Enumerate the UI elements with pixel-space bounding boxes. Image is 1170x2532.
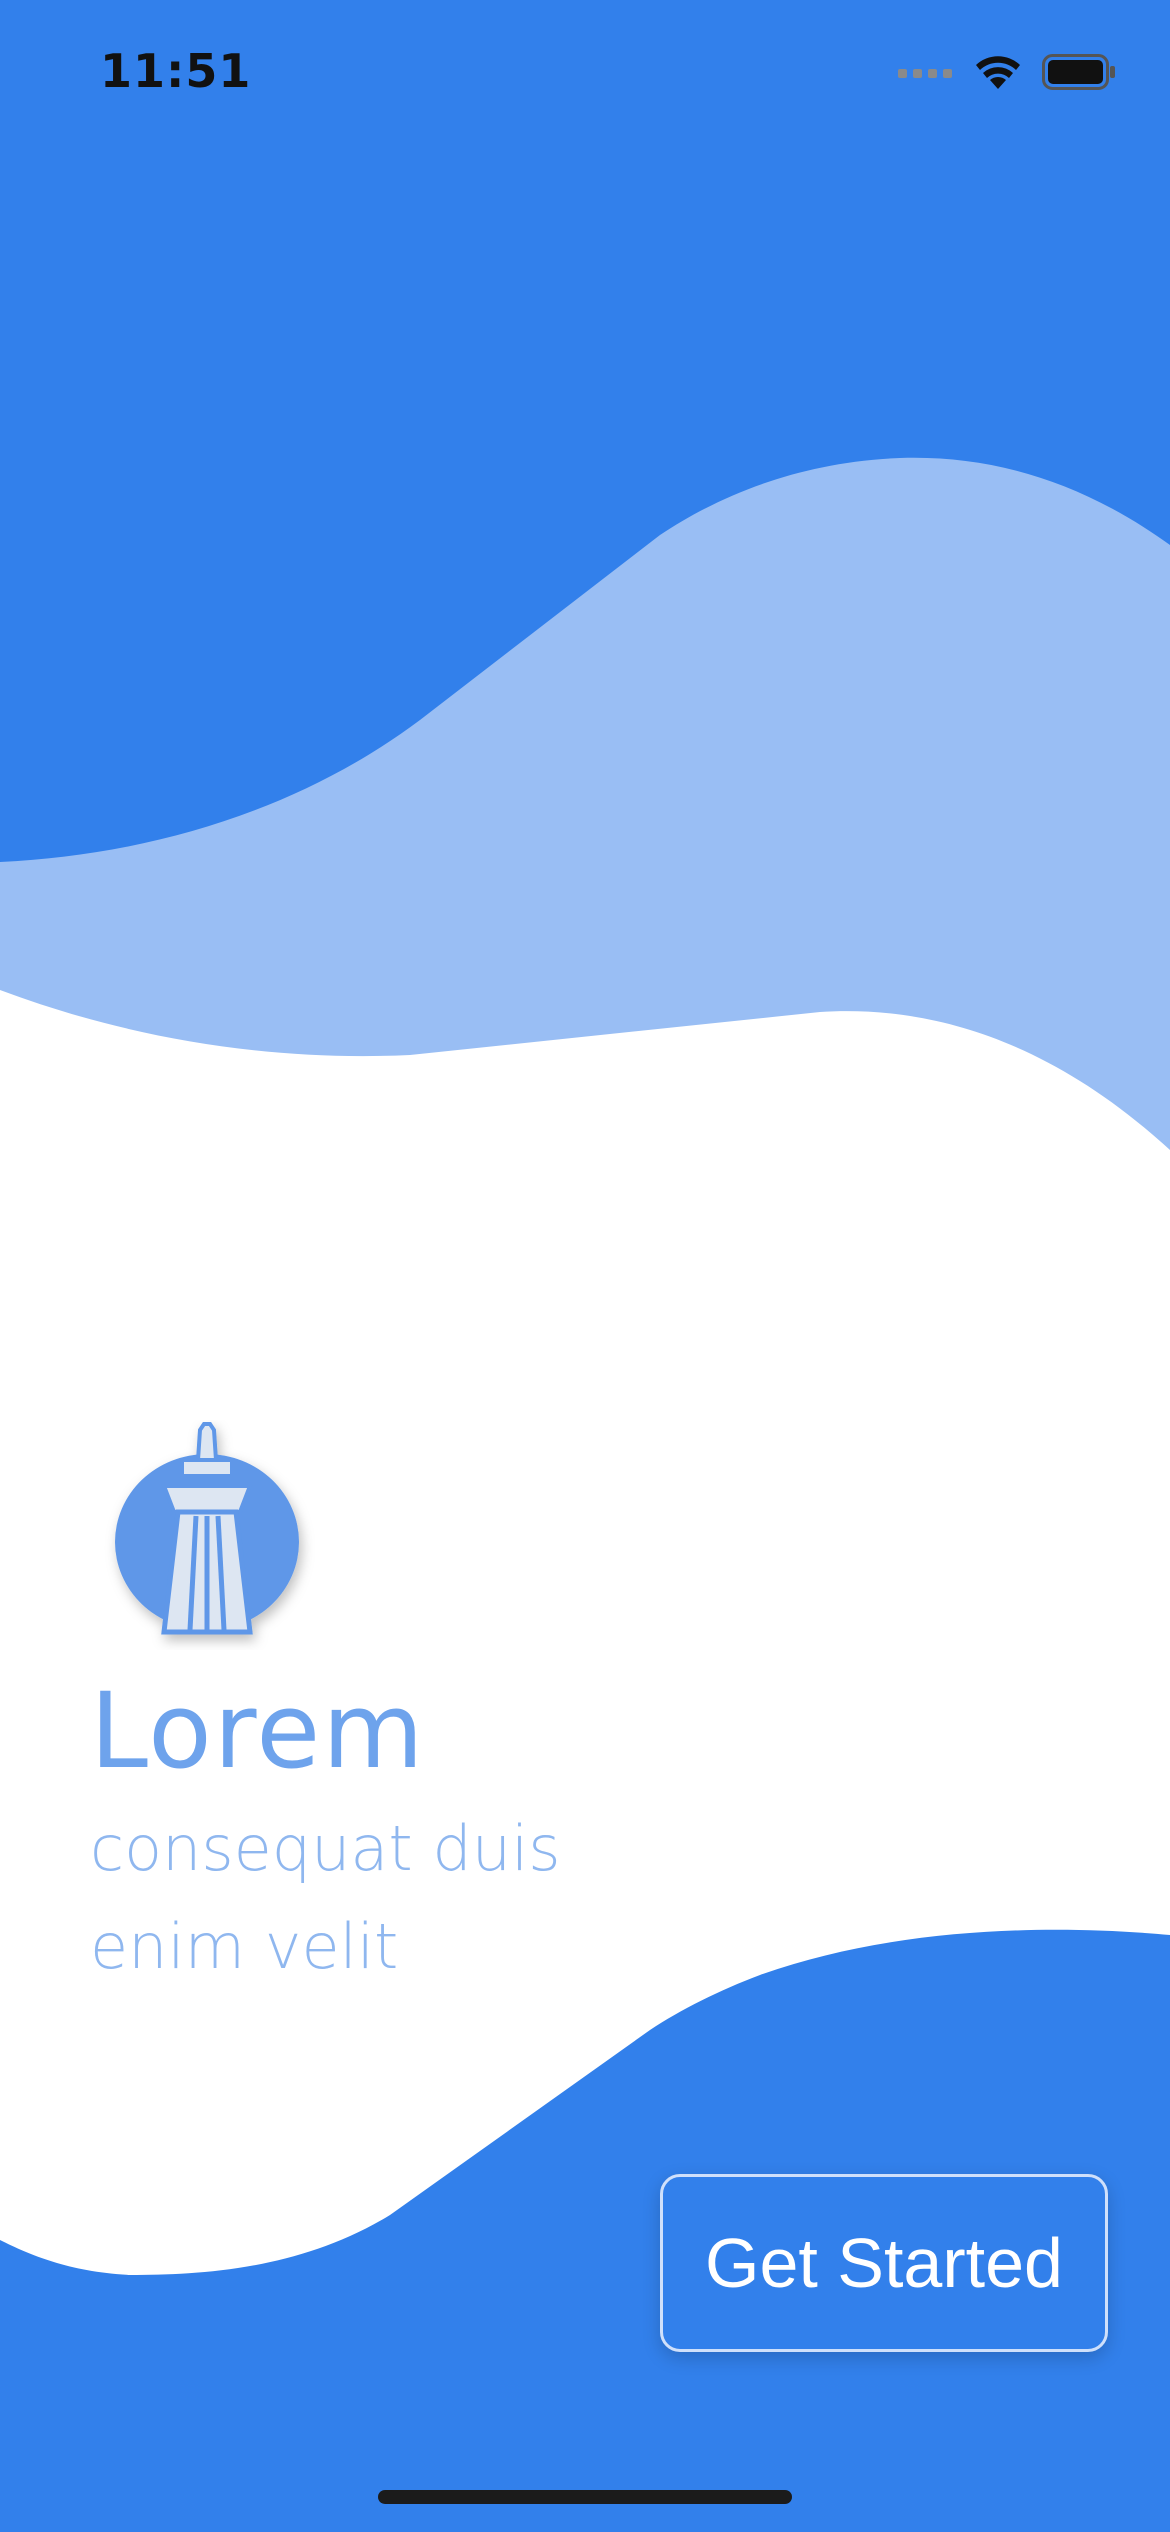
status-icons (898, 52, 1116, 92)
brand-subtitle-line1: consequat duis (90, 1812, 561, 1885)
brand-subtitle: consequat duis enim velit (90, 1800, 690, 1996)
status-bar: 11:51 (0, 0, 1170, 150)
lighthouse-icon (115, 1422, 299, 1635)
wifi-icon (976, 56, 1020, 89)
get-started-button[interactable]: Get Started (660, 2174, 1108, 2352)
cellular-signal-icon (898, 69, 952, 78)
battery-icon (1042, 54, 1115, 90)
background-waves (0, 0, 1170, 2532)
brand-title: Lorem (90, 1670, 426, 1792)
home-indicator[interactable] (378, 2490, 792, 2504)
status-time: 11:51 (100, 44, 252, 98)
brand-subtitle-line2: enim velit (90, 1910, 399, 1983)
